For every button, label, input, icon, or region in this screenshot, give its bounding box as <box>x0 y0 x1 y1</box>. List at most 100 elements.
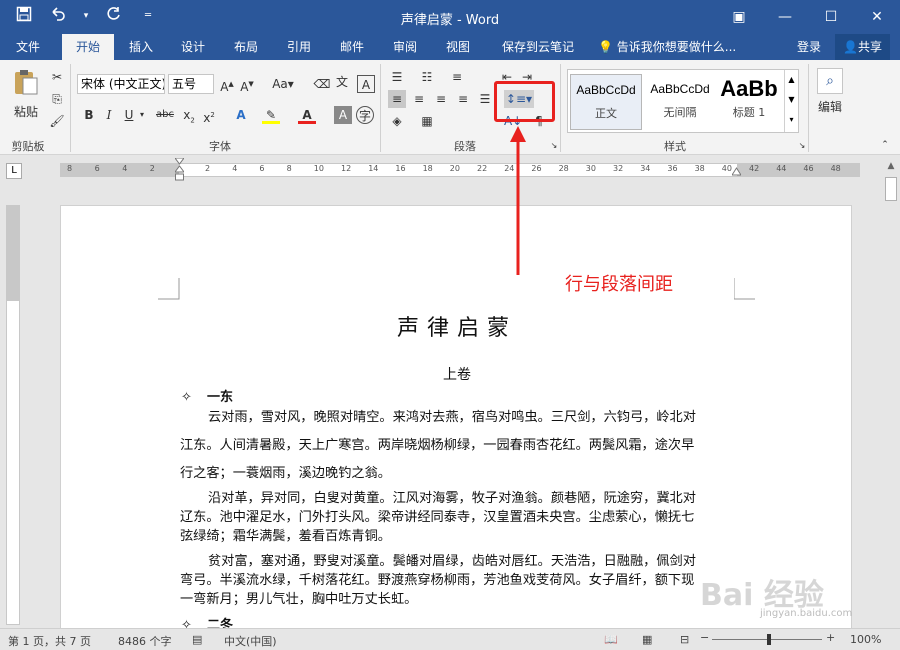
ribbon-display-icon[interactable]: ▣ <box>716 0 762 34</box>
paragraph[interactable]: 云对雨，雪对风，晚照对晴空。来鸿对去燕，宿鸟对鸣虫。三尺剑，六钧弓，岭北对 江东… <box>180 404 728 488</box>
paste-label: 粘贴 <box>13 105 38 119</box>
ruler-tick-label: 24 <box>504 164 515 173</box>
tab-insert[interactable]: 插入 <box>118 34 164 60</box>
indent-marker[interactable] <box>174 157 185 184</box>
ribbon-tabs: 文件 开始 插入 设计 布局 引用 邮件 审阅 视图 保存到云笔记 💡 告诉我你… <box>0 34 900 60</box>
paragraph[interactable]: 沿对革，异对同，白叟对黄童。江风对海雾，牧子对渔翁。颜巷陋，阮途穷，冀北对 辽东… <box>180 489 728 546</box>
tab-mailings[interactable]: 邮件 <box>329 34 375 60</box>
tab-references[interactable]: 引用 <box>276 34 322 60</box>
multilevel-list-icon[interactable]: ≡ <box>448 68 466 86</box>
word-count[interactable]: 8486 个字 <box>118 633 172 649</box>
zoom-minus-icon[interactable]: − <box>700 631 709 644</box>
ruler-tick-label: 42 <box>749 164 760 173</box>
font-size-select[interactable]: 五号 <box>168 74 214 94</box>
align-right-icon[interactable]: ≡ <box>432 90 450 108</box>
page-count[interactable]: 第 1 页，共 7 页 <box>8 633 91 649</box>
font-color-icon[interactable]: A <box>298 106 316 124</box>
collapse-ribbon-icon[interactable]: ⌃ <box>876 136 894 154</box>
format-painter-icon[interactable]: 🖌 <box>48 112 66 130</box>
style-heading-1[interactable]: AaBb 标题 1 <box>718 74 780 130</box>
login-link[interactable]: 登录 <box>797 34 821 60</box>
copy-icon[interactable]: ⎘ <box>48 90 66 108</box>
char-border-icon[interactable]: A <box>357 75 375 93</box>
zoom-level[interactable]: 100% <box>850 633 881 646</box>
cut-icon[interactable]: ✂ <box>48 68 66 86</box>
align-left-icon[interactable]: ≡ <box>388 90 406 108</box>
tab-review[interactable]: 审阅 <box>382 34 428 60</box>
distributed-icon[interactable]: ☰ <box>476 90 494 108</box>
scroll-up-icon[interactable]: ▲ <box>882 159 900 173</box>
text-effects-icon[interactable]: A <box>232 106 250 124</box>
enclose-char-icon[interactable]: 字 <box>356 106 374 124</box>
char-shading-icon[interactable]: A <box>334 106 352 124</box>
text-line: 沿对革，异对同，白叟对黄童。江风对海雾，牧子对渔翁。颜巷陋，阮途穷，冀北对 <box>208 491 696 506</box>
ruler-tick-label: 4 <box>122 164 128 173</box>
tab-file[interactable]: 文件 <box>4 34 52 60</box>
minimize-icon[interactable]: — <box>762 0 808 34</box>
tab-view[interactable]: 视图 <box>435 34 481 60</box>
shrink-font-icon[interactable]: A▼ <box>238 75 256 94</box>
superscript-icon[interactable]: x2 <box>200 106 218 125</box>
pinyin-guide-icon[interactable]: 文 <box>333 73 351 91</box>
style-no-spacing[interactable]: AaBbCcDd 无间隔 <box>644 74 716 130</box>
tell-me-box[interactable]: 💡 告诉我你想要做什么... <box>598 34 744 60</box>
zoom-slider-knob[interactable] <box>767 634 771 645</box>
ruler-tick-label: 28 <box>558 164 569 173</box>
tab-selector[interactable]: L <box>6 163 22 179</box>
print-layout-icon[interactable]: ▦ <box>642 633 652 646</box>
margin-corner <box>734 278 755 300</box>
language-indicator[interactable]: 中文(中国) <box>224 633 277 649</box>
annotation-label: 行与段落间距 <box>565 274 673 295</box>
ruler-tick-label: 46 <box>803 164 814 173</box>
web-layout-icon[interactable]: ⊟ <box>680 633 689 646</box>
justify-icon[interactable]: ≡ <box>454 90 472 108</box>
annotation-highlight-box <box>494 81 555 122</box>
text-line: 一弯新月；男儿气壮，胸中吐万丈长虹。 <box>180 592 418 607</box>
style-normal[interactable]: AaBbCcDd 正文 <box>570 74 642 130</box>
styles-group-label: 样式 <box>664 140 686 153</box>
tab-design[interactable]: 设计 <box>170 34 216 60</box>
tab-home[interactable]: 开始 <box>62 34 114 60</box>
magnifier-icon: ⌕ <box>817 68 843 94</box>
ruler-tick-label: 34 <box>640 164 651 173</box>
ruler-tick-label: 2 <box>149 164 155 173</box>
font-size-value: 五号 <box>172 77 197 91</box>
highlight-icon[interactable]: ✎ <box>262 106 280 124</box>
borders-icon[interactable]: ▦ <box>418 112 436 130</box>
underline-dropdown-icon[interactable]: ▾ <box>133 106 151 124</box>
shading-icon[interactable]: ◈ <box>388 112 406 130</box>
tab-cloud-notes[interactable]: 保存到云笔记 <box>492 34 584 60</box>
right-indent-marker[interactable] <box>731 165 742 177</box>
scroll-thumb[interactable] <box>885 177 897 201</box>
change-case-icon[interactable]: Aa▾ <box>268 75 298 93</box>
share-button[interactable]: 👤共享 <box>835 34 890 60</box>
ruler-tick-label: 18 <box>422 164 433 173</box>
tab-layout[interactable]: 布局 <box>223 34 269 60</box>
style-preview: AaBb <box>720 76 778 101</box>
editing-button[interactable]: ⌕ 编辑 <box>815 68 845 128</box>
styles-scroll[interactable]: ▲ ▼ ▾ <box>784 70 798 132</box>
subscript-icon[interactable]: x2 <box>180 106 198 124</box>
style-name: 标题 1 <box>732 106 766 119</box>
bullets-icon[interactable]: ☰ <box>388 68 406 86</box>
paragraph[interactable]: 贫对富，塞对通，野叟对溪童。鬓皤对眉绿，齿皓对唇红。天浩浩，日融融，佩剑对 弯弓… <box>180 552 728 609</box>
grow-font-icon[interactable]: A▲ <box>218 75 236 94</box>
maximize-icon[interactable]: ☐ <box>808 0 854 34</box>
bold-icon[interactable]: B <box>80 106 98 124</box>
paste-button[interactable]: 粘贴 <box>10 68 42 128</box>
read-mode-icon[interactable]: 📖 <box>604 633 618 646</box>
italic-icon[interactable]: I <box>100 106 118 124</box>
vertical-ruler[interactable] <box>6 205 20 625</box>
close-icon[interactable]: ✕ <box>854 0 900 34</box>
style-preview: AaBbCcDd <box>576 83 636 97</box>
proofing-icon[interactable]: ▤ <box>192 633 202 646</box>
font-name-select[interactable]: 宋体 (中文正文) <box>77 74 165 94</box>
numbering-icon[interactable]: ☷ <box>418 68 436 86</box>
vertical-scrollbar[interactable]: ▲ <box>882 155 900 630</box>
clear-format-icon[interactable]: ⌫ <box>313 75 331 93</box>
align-center-icon[interactable]: ≡ <box>410 90 428 108</box>
strikethrough-icon[interactable]: abc <box>154 106 176 124</box>
ruler-tick-label: 30 <box>585 164 596 173</box>
zoom-plus-icon[interactable]: + <box>826 631 835 644</box>
group-separator <box>70 64 71 152</box>
